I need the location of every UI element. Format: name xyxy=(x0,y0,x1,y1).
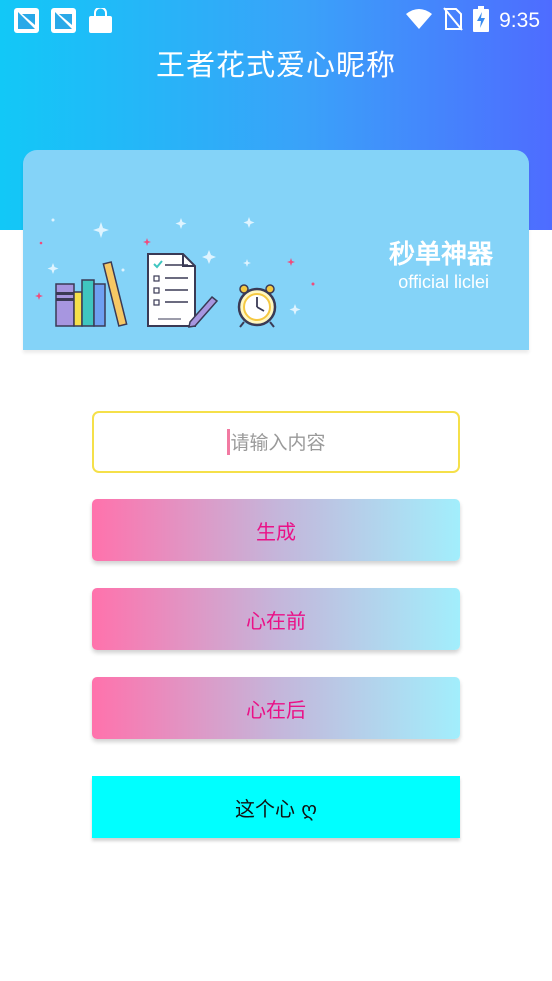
banner-card: 秒单神器 official liclei xyxy=(23,150,529,350)
app-title: 王者花式爱心昵称 xyxy=(155,48,396,82)
shopping-bag-icon xyxy=(88,6,113,38)
heart-back-button[interactable]: 心在后 xyxy=(92,677,460,739)
wifi-icon xyxy=(405,8,433,34)
picture-notification-icon xyxy=(51,8,76,33)
banner-title: 秒单神器 xyxy=(388,240,493,270)
no-sim-icon xyxy=(443,7,463,35)
text-cursor xyxy=(227,429,230,455)
clock-time: 9:35 xyxy=(499,9,540,32)
banner-subtitle: official liclei xyxy=(398,272,489,292)
status-bar: 9:35 xyxy=(0,0,552,42)
content-input-box[interactable] xyxy=(92,411,462,473)
books-icon xyxy=(55,261,128,327)
heart-front-button[interactable]: 心在前 xyxy=(92,588,460,650)
picture-notification-icon xyxy=(14,8,39,33)
checklist-icon xyxy=(147,253,196,327)
content-input[interactable] xyxy=(94,413,462,473)
generate-button[interactable]: 生成 xyxy=(92,499,460,561)
battery-charging-icon xyxy=(473,6,490,36)
banner-illustration xyxy=(35,217,315,328)
this-heart-button[interactable]: 这个心 ღ xyxy=(92,776,460,838)
alarm-clock-icon xyxy=(237,284,277,328)
